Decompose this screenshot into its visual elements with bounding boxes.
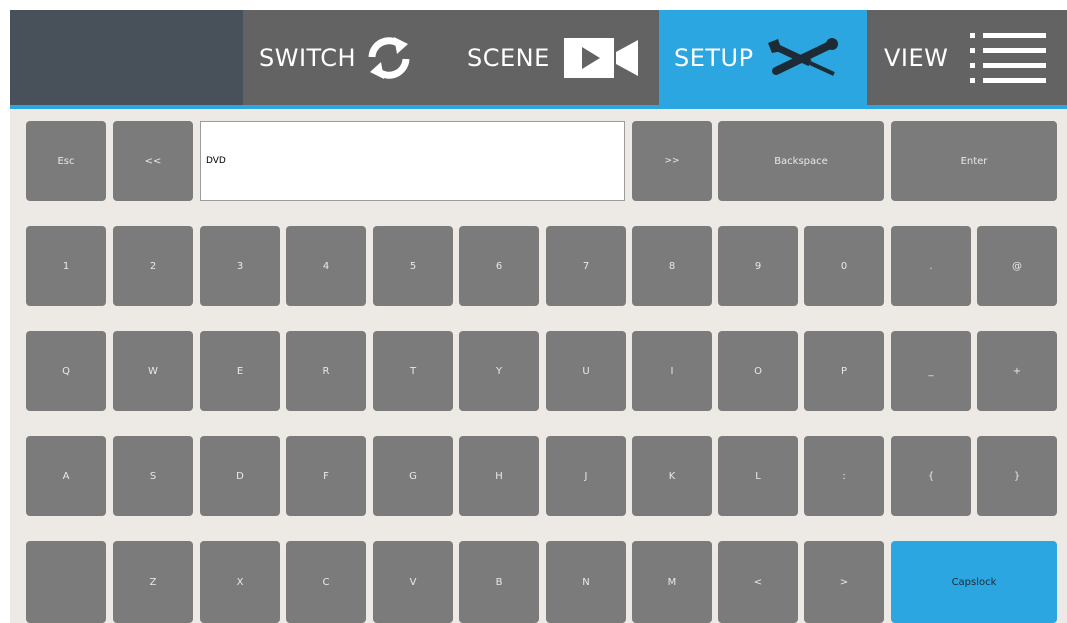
key-p[interactable]: P [804,331,884,411]
key-6[interactable]: 6 [459,226,539,306]
nav-setup-tab[interactable]: SETUP [659,10,867,105]
key-n[interactable]: N [546,541,626,623]
key-at[interactable]: @ [977,226,1057,306]
key-less-than[interactable]: < [718,541,798,623]
app-window: SWITCH SCENE SETUP VIEW Esc << DVD >> Ba… [10,10,1067,623]
list-menu-icon [970,31,1047,85]
key-f[interactable]: F [286,436,366,516]
key-0[interactable]: 0 [804,226,884,306]
key-k[interactable]: K [632,436,712,516]
key-e[interactable]: E [200,331,280,411]
nav-view-label: VIEW [884,43,949,72]
key-right-brace[interactable]: } [977,436,1057,516]
key-u[interactable]: U [546,331,626,411]
key-esc[interactable]: Esc [26,121,106,201]
key-next[interactable]: >> [632,121,712,201]
nav-scene-label: SCENE [467,43,550,72]
key-5[interactable]: 5 [373,226,453,306]
key-i[interactable]: I [632,331,712,411]
key-prev[interactable]: << [113,121,193,201]
key-l[interactable]: L [718,436,798,516]
video-camera-icon [563,37,638,78]
key-o[interactable]: O [718,331,798,411]
key-g[interactable]: G [373,436,453,516]
key-z[interactable]: Z [113,541,193,623]
key-enter[interactable]: Enter [891,121,1057,201]
key-colon[interactable]: : [804,436,884,516]
nav-blank-panel [10,10,243,105]
refresh-arrows-icon [366,35,412,81]
text-input-field[interactable] [200,121,625,201]
nav-switch-label: SWITCH [259,43,357,72]
key-3[interactable]: 3 [200,226,280,306]
nav-setup-label: SETUP [674,43,754,72]
key-8[interactable]: 8 [632,226,712,306]
key-underscore[interactable]: _ [891,331,971,411]
key-plus[interactable]: + [977,331,1057,411]
key-s[interactable]: S [113,436,193,516]
key-q[interactable]: Q [26,331,106,411]
key-period[interactable]: . [891,226,971,306]
key-c[interactable]: C [286,541,366,623]
nav-switch-tab[interactable]: SWITCH [243,10,439,105]
key-y[interactable]: Y [459,331,539,411]
key-d[interactable]: D [200,436,280,516]
key-h[interactable]: H [459,436,539,516]
top-nav-bar: SWITCH SCENE SETUP VIEW [10,10,1067,105]
key-v[interactable]: V [373,541,453,623]
key-r[interactable]: R [286,331,366,411]
wrench-screwdriver-icon [767,37,842,79]
key-m[interactable]: M [632,541,712,623]
key-backspace[interactable]: Backspace [718,121,884,201]
key-w[interactable]: W [113,331,193,411]
nav-scene-tab[interactable]: SCENE [439,10,659,105]
key-7[interactable]: 7 [546,226,626,306]
key-4[interactable]: 4 [286,226,366,306]
key-blank[interactable] [26,541,106,623]
key-capslock[interactable]: Capslock [891,541,1057,623]
key-t[interactable]: T [373,331,453,411]
key-a[interactable]: A [26,436,106,516]
key-j[interactable]: J [546,436,626,516]
key-greater-than[interactable]: > [804,541,884,623]
nav-view-tab[interactable]: VIEW [867,10,1067,105]
key-2[interactable]: 2 [113,226,193,306]
key-left-brace[interactable]: { [891,436,971,516]
key-1[interactable]: 1 [26,226,106,306]
key-x[interactable]: X [200,541,280,623]
accent-strip [10,105,1067,109]
key-b[interactable]: B [459,541,539,623]
key-9[interactable]: 9 [718,226,798,306]
